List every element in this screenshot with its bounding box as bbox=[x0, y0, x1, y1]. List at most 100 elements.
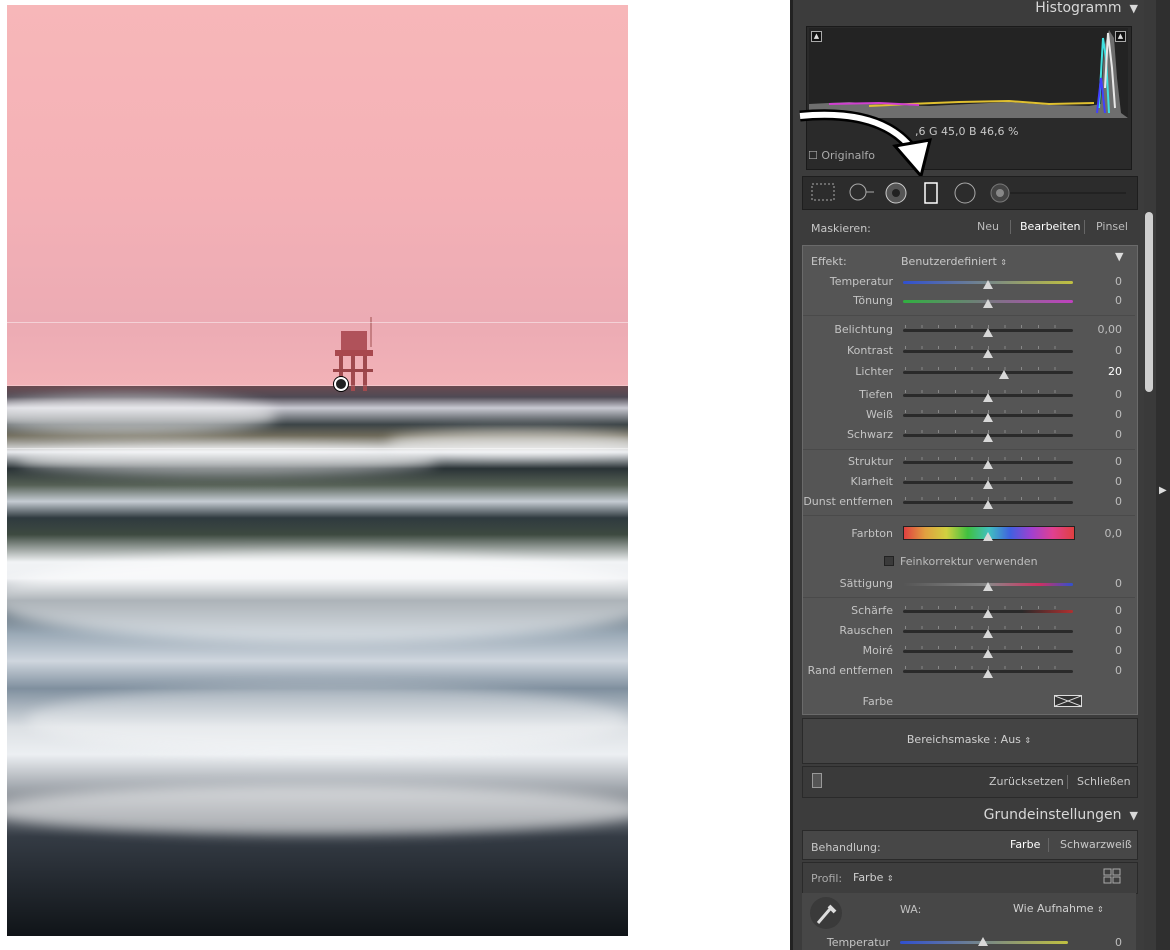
adjustment-brush-slider[interactable] bbox=[990, 182, 1128, 204]
clarity-thumb[interactable] bbox=[983, 480, 993, 489]
gradient-pin[interactable] bbox=[334, 377, 348, 391]
eyedropper-icon[interactable] bbox=[810, 897, 842, 929]
range-mask-value: Bereichsmaske : Aus bbox=[906, 733, 1021, 746]
effect-preset-value: Benutzerdefiniert bbox=[901, 255, 997, 268]
noise-value[interactable]: 0 bbox=[1082, 624, 1122, 637]
shadows-thumb[interactable] bbox=[983, 393, 993, 402]
mask-edit-button[interactable]: Bearbeiten bbox=[1020, 220, 1080, 233]
sharpness-thumb[interactable] bbox=[983, 609, 993, 618]
right-edge-strip bbox=[1156, 0, 1170, 950]
temperature-thumb[interactable] bbox=[983, 280, 993, 289]
tint-thumb[interactable] bbox=[983, 299, 993, 308]
moire-label: Moiré bbox=[862, 644, 893, 657]
saturation-label: Sättigung bbox=[839, 577, 893, 590]
texture-thumb[interactable] bbox=[983, 460, 993, 469]
sharpness-value[interactable]: 0 bbox=[1082, 604, 1122, 617]
blacks-thumb[interactable] bbox=[983, 433, 993, 442]
temperature-value[interactable]: 0 bbox=[1082, 275, 1122, 288]
treatment-color-button[interactable]: Farbe bbox=[1010, 838, 1040, 851]
hue-thumb[interactable] bbox=[983, 532, 993, 541]
dehaze-label: Dunst entfernen bbox=[803, 495, 893, 508]
dehaze-thumb[interactable] bbox=[983, 500, 993, 509]
noise-thumb[interactable] bbox=[983, 629, 993, 638]
reset-button[interactable]: Zurücksetzen bbox=[989, 775, 1064, 788]
fine-tune-label: Feinkorrektur verwenden bbox=[900, 555, 1038, 568]
exposure-thumb[interactable] bbox=[983, 328, 993, 337]
wave-crest bbox=[27, 685, 627, 755]
crop-overlay-icon[interactable] bbox=[811, 182, 835, 202]
dehaze-value[interactable]: 0 bbox=[1082, 495, 1122, 508]
noise-label: Rauschen bbox=[839, 624, 893, 637]
tint-label: Tönung bbox=[853, 294, 893, 307]
highlights-slider[interactable] bbox=[903, 371, 1073, 374]
gradient-guide-bottom[interactable] bbox=[7, 448, 790, 449]
basic-temperature-thumb[interactable] bbox=[978, 937, 988, 946]
basic-temperature-value[interactable]: 0 bbox=[1082, 936, 1122, 949]
treatment-bw-button[interactable]: Schwarzweiß bbox=[1060, 838, 1132, 851]
gradient-guide-top[interactable] bbox=[7, 322, 790, 323]
profile-browser-icon[interactable] bbox=[1103, 868, 1121, 884]
annotation-arrow bbox=[799, 109, 933, 178]
blacks-label: Schwarz bbox=[846, 428, 893, 441]
divider bbox=[1048, 838, 1049, 852]
hue-value[interactable]: 0,0 bbox=[1082, 527, 1123, 540]
color-swatch[interactable] bbox=[1054, 695, 1082, 707]
fine-tune-checkbox[interactable] bbox=[884, 556, 894, 566]
radial-filter-icon[interactable] bbox=[954, 182, 976, 204]
clarity-label: Klarheit bbox=[850, 475, 893, 488]
spot-removal-icon[interactable] bbox=[848, 182, 876, 202]
saturation-value[interactable]: 0 bbox=[1082, 577, 1122, 590]
scrollbar-track[interactable] bbox=[1144, 0, 1156, 950]
profile-label: Profil: bbox=[811, 872, 843, 885]
contrast-thumb[interactable] bbox=[983, 349, 993, 358]
whites-thumb[interactable] bbox=[983, 413, 993, 422]
red-eye-icon[interactable] bbox=[885, 182, 907, 204]
effect-collapse-icon[interactable]: ▼ bbox=[1115, 250, 1123, 263]
histogram-header[interactable]: Histogramm ▼ bbox=[800, 0, 1138, 22]
defringe-thumb[interactable] bbox=[983, 669, 993, 678]
expand-panel-icon[interactable]: ▶ bbox=[1159, 485, 1167, 496]
whites-value[interactable]: 0 bbox=[1082, 408, 1122, 421]
graduated-filter-icon[interactable] bbox=[924, 182, 938, 204]
basic-temperature-label: Temperatur bbox=[826, 936, 890, 949]
divider bbox=[803, 449, 1135, 450]
histogram-title: Histogramm bbox=[1035, 0, 1122, 16]
divider bbox=[1067, 775, 1068, 789]
shadow-clipping-icon[interactable]: ▲ bbox=[811, 31, 822, 42]
exposure-value[interactable]: 0,00 bbox=[1082, 323, 1123, 336]
saturation-thumb[interactable] bbox=[983, 582, 993, 591]
effect-preset-select[interactable]: Benutzerdefiniert ⇕ bbox=[901, 255, 1007, 268]
mask-toggle-switch-icon[interactable] bbox=[812, 773, 822, 788]
close-button[interactable]: Schließen bbox=[1077, 775, 1131, 788]
texture-value[interactable]: 0 bbox=[1082, 455, 1122, 468]
clarity-value[interactable]: 0 bbox=[1082, 475, 1122, 488]
tint-value[interactable]: 0 bbox=[1082, 294, 1122, 307]
basic-header[interactable]: Grundeinstellungen ▼ bbox=[800, 807, 1138, 829]
shadows-value[interactable]: 0 bbox=[1082, 388, 1122, 401]
defringe-value[interactable]: 0 bbox=[1082, 664, 1122, 677]
moire-value[interactable]: 0 bbox=[1082, 644, 1122, 657]
slider-ticks bbox=[905, 367, 1071, 370]
wave-crest bbox=[387, 430, 628, 456]
hue-label: Farbton bbox=[851, 527, 893, 540]
profile-select[interactable]: Farbe ⇕ bbox=[853, 871, 894, 884]
mask-new-button[interactable]: Neu bbox=[977, 220, 999, 233]
range-mask-select[interactable]: Bereichsmaske : Aus ⇕ bbox=[802, 733, 1136, 746]
divider bbox=[803, 515, 1135, 516]
moire-thumb[interactable] bbox=[983, 649, 993, 658]
collapse-triangle-icon: ▼ bbox=[1129, 809, 1138, 822]
gradient-guide-center[interactable] bbox=[7, 385, 790, 386]
whites-label: Weiß bbox=[866, 408, 893, 421]
highlights-value[interactable]: 20 bbox=[1082, 365, 1122, 378]
mask-brush-button[interactable]: Pinsel bbox=[1096, 220, 1128, 233]
highlight-clipping-icon[interactable]: ▲ bbox=[1115, 31, 1126, 42]
white-balance-select[interactable]: Wie Aufnahme ⇕ bbox=[1013, 902, 1104, 915]
divider bbox=[1010, 220, 1011, 234]
highlights-thumb[interactable] bbox=[999, 370, 1009, 379]
exposure-label: Belichtung bbox=[834, 323, 893, 336]
scrollbar-thumb[interactable] bbox=[1145, 212, 1153, 392]
photo-canvas[interactable] bbox=[7, 5, 628, 936]
defringe-label: Rand entfernen bbox=[807, 664, 893, 677]
blacks-value[interactable]: 0 bbox=[1082, 428, 1122, 441]
contrast-value[interactable]: 0 bbox=[1082, 344, 1122, 357]
